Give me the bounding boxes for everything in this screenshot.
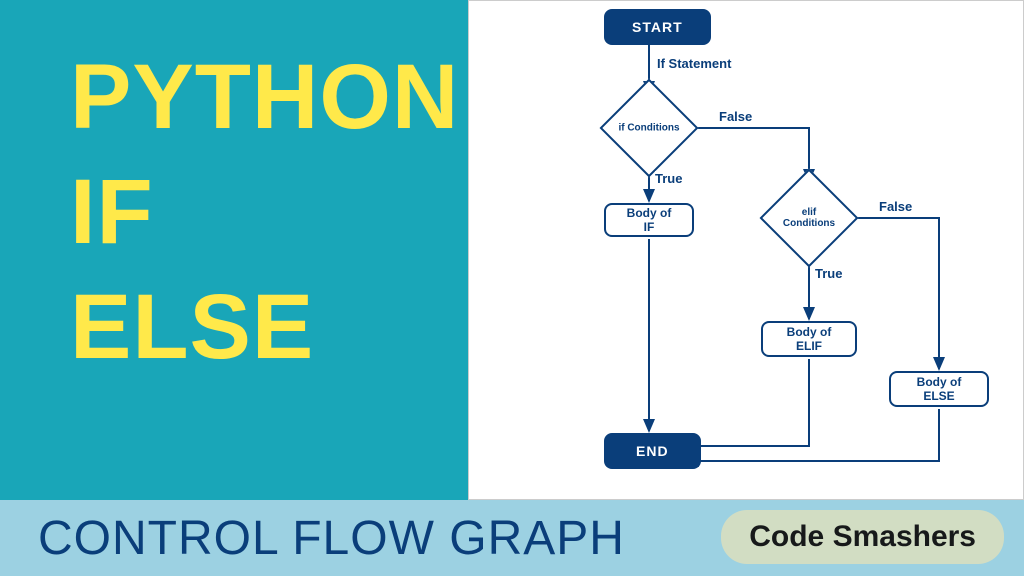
label-false-1: False [719,109,752,124]
elif-condition-text: elif Conditions [778,207,840,229]
main-area: PYTHON IF ELSE [0,0,1024,500]
flow-start-node: START [604,9,711,45]
flowchart-connectors [469,1,1024,501]
slide-container: PYTHON IF ELSE [0,0,1024,576]
title-line-1: PYTHON [70,40,468,155]
title-line-3: ELSE [70,270,468,385]
body-of-elif-node: Body of ELIF [761,321,857,357]
footer-bar: CONTROL FLOW GRAPH Code Smashers [0,500,1024,576]
body-of-if-node: Body of IF [604,203,694,237]
elif-condition-diamond: elif Conditions [774,183,844,253]
flow-end-node: END [604,433,701,469]
brand-badge: Code Smashers [721,510,1004,564]
label-false-2: False [879,199,912,214]
flowchart-panel: START If Statement if Conditions False T… [468,0,1024,500]
main-title: PYTHON IF ELSE [70,40,468,385]
title-line-2: IF [70,155,468,270]
footer-heading: CONTROL FLOW GRAPH [38,511,625,566]
body-of-else-node: Body of ELSE [889,371,989,407]
label-true-2: True [815,266,842,281]
if-condition-text: if Conditions [618,123,680,134]
left-title-panel: PYTHON IF ELSE [0,0,468,500]
flowchart: START If Statement if Conditions False T… [469,1,1023,499]
if-condition-diamond: if Conditions [614,93,684,163]
label-true-1: True [655,171,682,186]
label-if-statement: If Statement [657,56,731,71]
